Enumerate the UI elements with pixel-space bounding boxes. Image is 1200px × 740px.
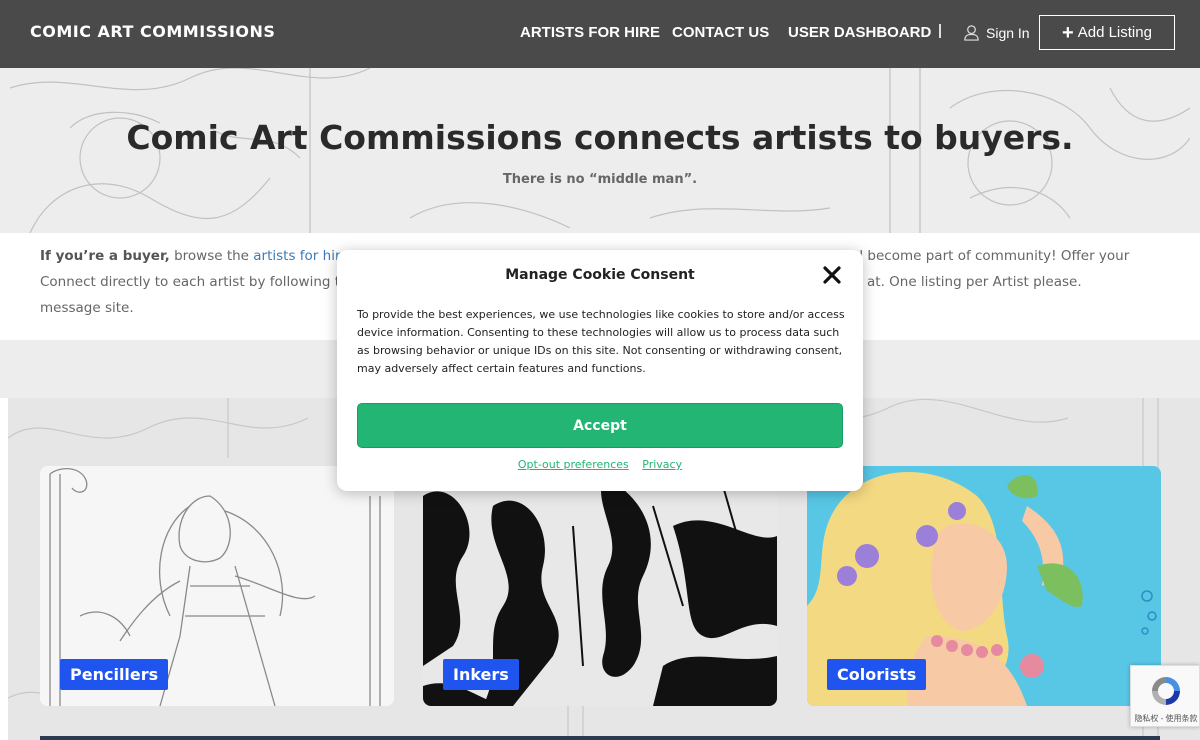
cookie-modal-body: To provide the best experiences, we use … [357,308,845,375]
sign-in-link[interactable]: Sign In [963,24,1030,41]
category-card-colorists[interactable]: Colorists [807,466,1161,706]
user-icon [964,25,979,41]
intro-line-1: If you’re a buyer, browse the artists fo… [40,248,353,264]
add-listing-button[interactable]: + Add Listing [1039,15,1175,50]
close-icon[interactable] [821,264,843,286]
nav-contact-us[interactable]: CONTACT US [672,24,769,41]
opt-out-preferences-link[interactable]: Opt-out preferences [518,458,629,471]
hero-title: Comic Art Commissions connects artists t… [126,118,1074,157]
site-logo[interactable]: COMIC ART COMMISSIONS [30,22,275,41]
artists-for-hire-link[interactable]: artists for hire [253,248,348,264]
recaptcha-icon [1152,677,1180,705]
intro-browse-text: browse the [169,248,254,264]
plus-icon: + [1062,21,1074,44]
card-label-colorists: Colorists [827,659,927,690]
privacy-link[interactable]: Privacy [642,458,682,471]
accept-button[interactable]: Accept [357,403,843,448]
nav-separator [939,24,941,38]
nav-artists-for-hire[interactable]: ARTISTS FOR HIRE [520,24,660,41]
card-label-inkers: Inkers [443,659,519,690]
intro-line-3: message site. [40,300,134,316]
category-card-pencillers[interactable]: Pencillers [40,466,394,706]
next-row-cards-edge [40,736,1160,740]
add-listing-label: Add Listing [1077,24,1152,41]
sign-in-label: Sign In [986,24,1030,41]
cookie-modal-links: Opt-out preferences Privacy [337,458,863,471]
card-label-pencillers: Pencillers [60,659,169,690]
intro-line-2-right: at. One listing per Artist please. [867,274,1082,290]
recaptcha-terms-text[interactable]: 隐私权 - 使用条款 [1133,713,1199,724]
cookie-modal-title: Manage Cookie Consent [505,267,695,283]
intro-buyer-bold: If you’re a buyer, [40,248,170,264]
hero-subtitle: There is no “middle man”. [502,172,698,187]
intro-line-1-right: nd become part of community! Offer your [846,248,1130,264]
intro-line-2: Connect directly to each artist by follo… [40,274,357,290]
cookie-consent-modal: Manage Cookie Consent To provide the bes… [337,250,863,491]
site-header: COMIC ART COMMISSIONS ARTISTS FOR HIRE C… [0,0,1200,68]
nav-user-dashboard[interactable]: USER DASHBOARD [788,24,931,41]
category-card-inkers[interactable]: Inkers [423,466,777,706]
recaptcha-badge[interactable]: 隐私权 - 使用条款 [1130,665,1200,727]
